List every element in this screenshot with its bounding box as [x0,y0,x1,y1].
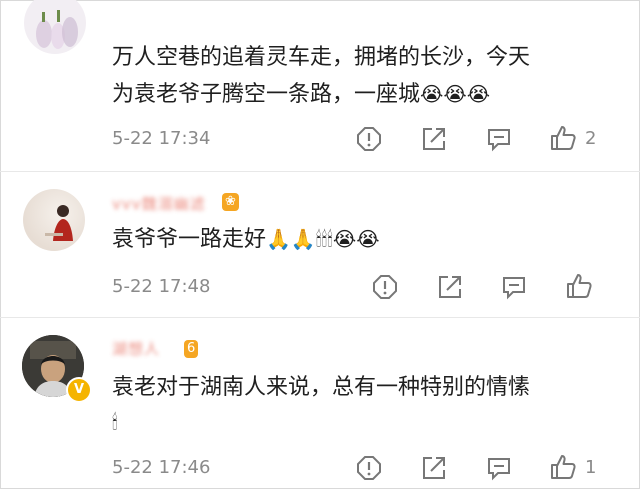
username[interactable]: 湖想人 [112,338,160,359]
comment-icon[interactable] [486,126,512,152]
comment-text: 为袁老爷子腾空一条路，一座城 [112,82,421,107]
comment-text-line2: 🕯 [112,405,118,440]
share-icon[interactable] [421,455,447,481]
report-icon[interactable] [356,126,382,152]
comment-time: 5-22 17:34 [112,128,211,149]
comment-text-line1: 万人空巷的追着灵车走，拥堵的长沙，今天 [112,45,531,70]
comment-text-line1: 袁爷爷一路走好🙏🙏🕯🕯🕯😭😭 [112,222,380,257]
comment-icon[interactable] [501,274,527,300]
share-icon[interactable] [421,126,447,152]
like-icon[interactable] [549,453,577,481]
comment-time: 5-22 17:48 [112,276,211,297]
avatar[interactable] [23,189,85,251]
username[interactable]: vvv魏溺幽滤 [112,193,206,214]
like-count: 1 [585,457,597,478]
comment-time: 5-22 17:46 [112,457,211,478]
level-badge: 6 [184,340,199,358]
report-icon[interactable] [356,455,382,481]
share-icon[interactable] [437,274,463,300]
like-icon[interactable] [549,124,577,152]
report-icon[interactable] [372,274,398,300]
pray-candle-crying-emoji: 🙏🙏🕯🕯🕯😭😭 [266,227,380,251]
crying-emoji: 😭😭😭 [420,82,491,106]
like-count: 2 [585,128,597,149]
comment-text: 袁爷爷一路走好 [112,227,267,252]
comment-text-line2: 为袁老爷子腾空一条路，一座城😭😭😭 [112,77,490,112]
comment-text-line1: 袁老对于湖南人来说，总有一种特别的情愫 [112,375,531,400]
candle-emoji: 🕯 [112,410,118,434]
comment-divider [0,171,640,172]
verified-badge-icon: V [66,377,92,403]
comment-divider [0,317,640,318]
like-icon[interactable] [565,272,593,300]
level-badge: ❀ [222,193,239,211]
comment-icon[interactable] [486,455,512,481]
